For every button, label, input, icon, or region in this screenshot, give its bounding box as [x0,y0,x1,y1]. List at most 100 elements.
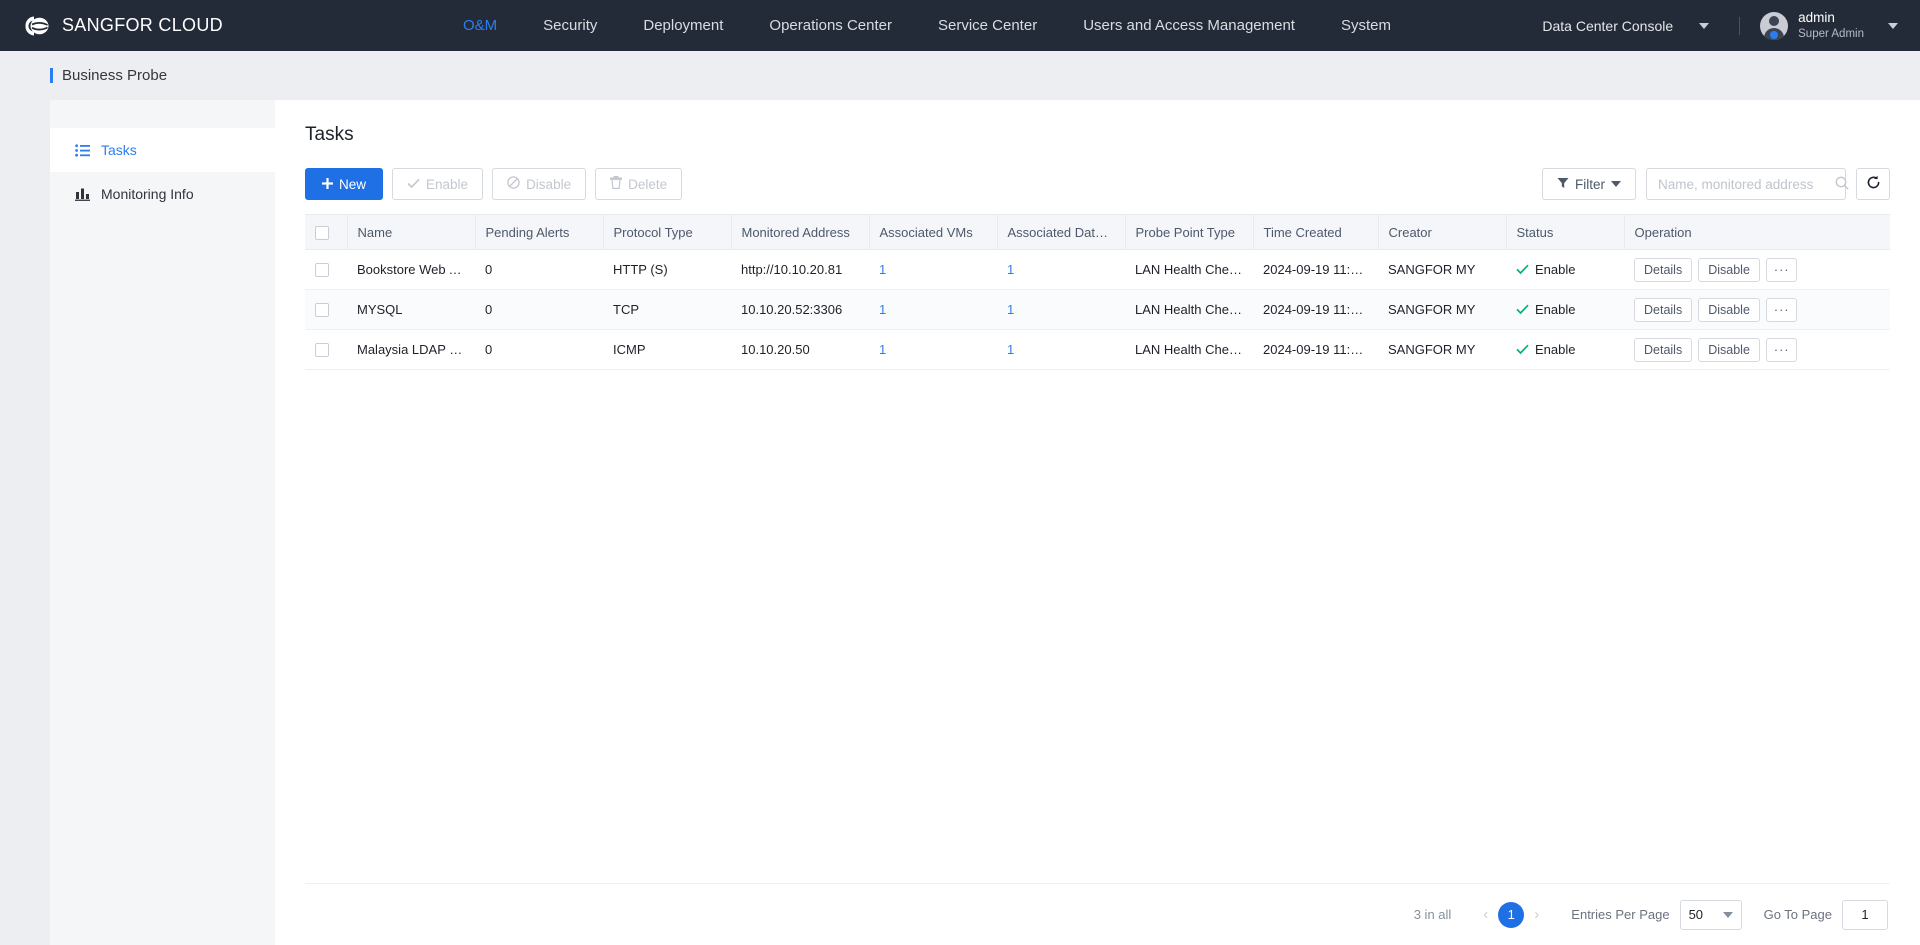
chevron-down-icon [1888,22,1898,29]
cell-pending-alerts: 0 [475,249,603,290]
cell-protocol-type: ICMP [603,329,731,370]
refresh-button[interactable] [1856,168,1890,200]
entries-per-page-select[interactable]: 50 [1679,899,1742,930]
nav-item-security[interactable]: Security [520,0,620,51]
chevron-left-icon[interactable]: ‹ [1473,906,1498,923]
search-box[interactable] [1646,168,1849,200]
col-protocol-type: Protocol Type [603,214,732,250]
cell-associated-data-centers[interactable]: 1 [997,329,1125,370]
toolbar-search-cluster: Filter [1542,168,1890,200]
nav-item-users-and-access-management[interactable]: Users and Access Management [1060,0,1318,51]
sidebar-item-tasks[interactable]: Tasks [50,128,275,172]
chevron-right-icon[interactable]: › [1524,906,1549,923]
disable-row-button[interactable]: Disable [1698,257,1760,282]
page-number-1[interactable]: 1 [1498,901,1525,928]
more-actions-button[interactable]: ··· [1765,337,1798,362]
row-checkbox[interactable] [315,343,329,358]
status-check-icon [1516,343,1529,357]
sidebar-item-monitoring-info[interactable]: Monitoring Info [50,172,275,216]
user-menu[interactable]: admin Super Admin [1760,10,1902,41]
nav-item-system[interactable]: System [1318,0,1414,51]
details-button[interactable]: Details [1634,337,1693,362]
sidebar: Tasks Monitoring Info [50,100,275,945]
console-selector-label: Data Center Console [1542,17,1674,34]
table-row[interactable]: MYSQL 0 TCP 10.10.20.52:3306 1 1 LAN Hea… [305,289,1890,330]
brand[interactable]: SANGFOR CLOUD [0,13,330,39]
delete-button-label: Delete [628,176,668,192]
cell-associated-data-centers[interactable]: 1 [997,289,1125,330]
disable-button[interactable]: Disable [492,168,587,200]
cell-associated-vms[interactable]: 1 [869,289,997,330]
table-row[interactable]: Malaysia LDAP S... 0 ICMP 10.10.20.50 1 … [305,329,1890,370]
cell-status: Enable [1506,289,1624,330]
table-header-row: Name Pending Alerts Protocol Type Monito… [305,214,1890,250]
ban-icon [507,176,520,192]
nav-item-om[interactable]: O&M [440,0,520,51]
nav-item-deployment[interactable]: Deployment [620,0,746,51]
cell-time-created: 2024-09-19 11:51:04 [1253,249,1378,290]
row-select-cell [305,249,347,290]
delete-button[interactable]: Delete [595,168,683,200]
cell-protocol-type: TCP [603,289,731,330]
total-count-label: 3 in all [1413,907,1452,922]
breadcrumb-accent-bar [50,68,53,83]
more-actions-button[interactable]: ··· [1765,257,1798,282]
entries-per-page-value: 50 [1688,907,1704,922]
table-row[interactable]: Bookstore Web Ap... 0 HTTP (S) http://10… [305,249,1890,290]
search-input[interactable] [1658,176,1835,192]
col-status: Status [1506,214,1625,250]
col-monitored-address: Monitored Address [731,214,870,250]
cell-creator: SANGFOR MY [1378,329,1506,370]
details-button[interactable]: Details [1634,257,1693,282]
bar-chart-icon [75,187,90,202]
funnel-icon [1557,177,1569,192]
col-name: Name [347,214,476,250]
pagination: 3 in all ‹ 1 › Entries Per Page 50 Go To… [305,883,1890,945]
col-operation: Operation [1624,214,1890,250]
enable-button[interactable]: Enable [392,168,484,200]
cell-operation: Details Disable ··· [1624,329,1890,370]
go-to-page-input[interactable] [1842,899,1888,930]
page-title: Tasks [305,124,354,145]
table-body: Bookstore Web Ap... 0 HTTP (S) http://10… [305,249,1890,370]
entries-per-page-label: Entries Per Page [1571,907,1670,922]
tasks-table: Name Pending Alerts Protocol Type Monito… [305,214,1890,370]
col-time-created: Time Created [1253,214,1379,250]
col-associated-vms: Associated VMs [869,214,998,250]
select-all-checkbox[interactable] [315,225,329,240]
cell-associated-vms[interactable]: 1 [869,249,997,290]
cell-associated-vms[interactable]: 1 [869,329,997,370]
disable-row-button[interactable]: Disable [1698,337,1760,362]
chevron-down-icon [1722,911,1733,918]
cell-operation: Details Disable ··· [1624,249,1890,290]
cell-monitored-address: 10.10.20.50 [731,329,869,370]
filter-button[interactable]: Filter [1542,168,1636,200]
disable-row-button[interactable]: Disable [1698,297,1760,322]
user-info: admin Super Admin [1798,10,1864,41]
trash-icon [610,175,623,192]
cell-name: MYSQL [347,289,475,330]
user-role: Super Admin [1798,27,1864,40]
avatar-badge-icon [1770,30,1779,39]
body-wrapper: Tasks Monitoring Info Tasks New Enable D… [0,100,1920,945]
console-selector[interactable]: Data Center Console [1532,18,1719,34]
table-spacer [305,370,1890,883]
cell-operation: Details Disable ··· [1624,289,1890,330]
nav-item-operations-center[interactable]: Operations Center [746,0,915,51]
nav-right-cluster: Data Center Console admin Super Admin [1532,10,1920,41]
new-button[interactable]: New [305,168,384,200]
nav-item-service-center[interactable]: Service Center [915,0,1060,51]
row-checkbox[interactable] [315,303,329,318]
more-actions-button[interactable]: ··· [1765,297,1798,322]
details-button[interactable]: Details [1634,297,1693,322]
row-checkbox[interactable] [315,263,329,278]
cell-pending-alerts: 0 [475,329,603,370]
cell-monitored-address: http://10.10.20.81 [731,249,869,290]
main-nav: O&M Security Deployment Operations Cente… [330,0,1532,51]
cell-protocol-type: HTTP (S) [603,249,731,290]
cell-associated-data-centers[interactable]: 1 [997,249,1125,290]
enable-button-label: Enable [426,176,469,192]
cell-probe-point-type: LAN Health Check... [1125,329,1253,370]
search-icon[interactable] [1835,176,1849,193]
